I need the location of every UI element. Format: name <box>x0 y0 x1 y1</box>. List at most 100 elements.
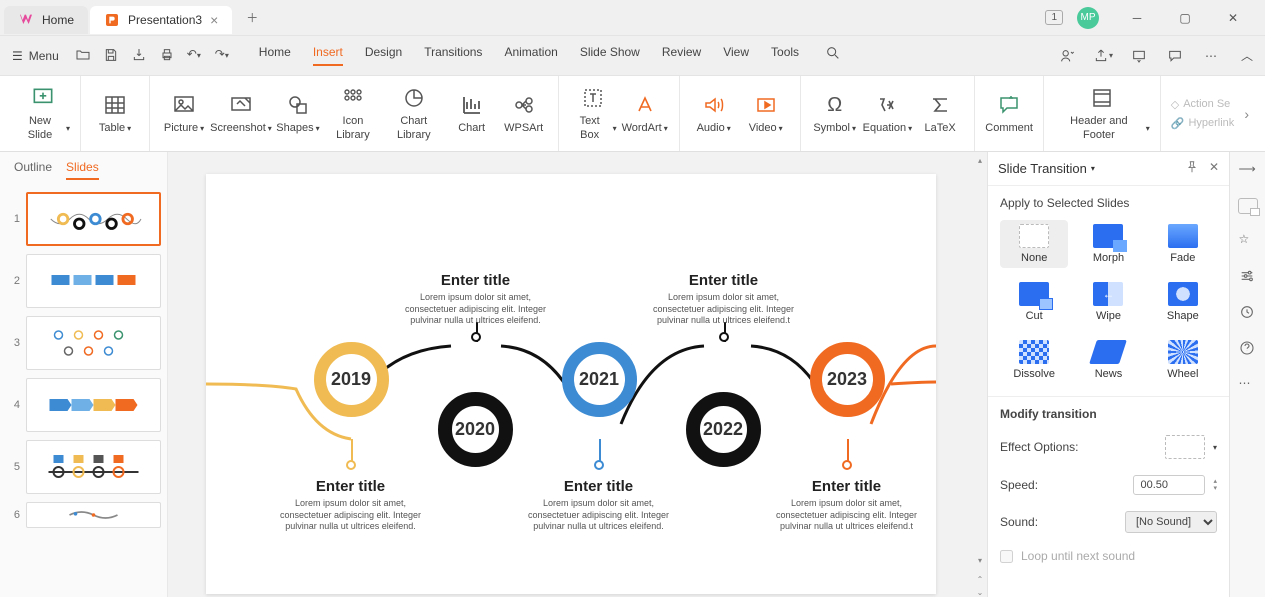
loop-sound-checkbox[interactable] <box>1000 550 1013 563</box>
user-avatar[interactable]: MP <box>1077 7 1099 29</box>
tab-slideshow-menu[interactable]: Slide Show <box>580 45 640 66</box>
video-button[interactable]: Video▾ <box>742 92 790 135</box>
history-icon[interactable] <box>1239 304 1257 322</box>
slide-thumb-1[interactable] <box>26 192 161 246</box>
window-number-badge[interactable]: 1 <box>1045 10 1063 25</box>
more-icon[interactable]: ⋯ <box>1201 46 1221 66</box>
open-folder-icon[interactable] <box>75 47 93 65</box>
title-block: Enter titleLorem ipsum dolor sit amet, c… <box>519 478 679 533</box>
scroll-down-icon[interactable]: ▾ <box>978 556 982 565</box>
slides-tab[interactable]: Slides <box>66 160 99 180</box>
year-2023: 2023 <box>810 342 885 417</box>
transition-pane-icon[interactable] <box>1238 198 1258 214</box>
screenshot-button[interactable]: Screenshot▾ <box>212 92 270 135</box>
maximize-icon[interactable]: ▢ <box>1175 8 1195 28</box>
slide-thumb-5[interactable] <box>26 440 161 494</box>
chart-button[interactable]: Chart <box>448 92 496 135</box>
slide-thumb-3[interactable] <box>26 316 161 370</box>
favorites-icon[interactable]: ☆ <box>1239 232 1257 250</box>
search-icon[interactable] <box>825 45 841 66</box>
menu-tabs: Home Insert Design Transitions Animation… <box>259 45 841 66</box>
title-block: Enter titleLorem ipsum dolor sit amet, c… <box>767 478 927 533</box>
ribbon-scroll-right-icon[interactable]: › <box>1244 106 1249 122</box>
tab-view-menu[interactable]: View <box>723 45 749 66</box>
save-icon[interactable] <box>103 47 121 65</box>
transition-cut[interactable]: Cut <box>1000 278 1068 326</box>
close-window-icon[interactable]: ✕ <box>1223 8 1243 28</box>
icon-library-button[interactable]: Icon Library <box>326 85 380 141</box>
picture-button[interactable]: Picture▾ <box>160 92 208 135</box>
tab-insert-menu[interactable]: Insert <box>313 45 343 66</box>
effect-options-dropdown[interactable] <box>1165 435 1205 459</box>
close-panel-icon[interactable]: ✕ <box>1209 160 1219 177</box>
hyperlink-button[interactable]: 🔗 Hyperlink <box>1171 117 1235 130</box>
wordart-button[interactable]: WordArt▾ <box>621 92 669 135</box>
right-sidebar: ⟶ ☆ ⋯ <box>1229 152 1265 597</box>
user-assist-icon[interactable] <box>1057 46 1077 66</box>
prev-slide-icon[interactable]: ⌃ <box>977 575 984 584</box>
tab-document-label: Presentation3 <box>128 13 202 27</box>
slide-number: 3 <box>6 337 20 349</box>
minimize-icon[interactable]: ─ <box>1127 8 1147 28</box>
more-options-icon[interactable]: ⋯ <box>1239 376 1257 394</box>
redo-icon[interactable]: ↷▾ <box>215 47 233 65</box>
tab-review-menu[interactable]: Review <box>662 45 701 66</box>
transition-wipe[interactable]: ←Wipe <box>1074 278 1142 326</box>
speed-input[interactable] <box>1133 475 1205 495</box>
canvas-scrollbar[interactable]: ▴ ▾ ⌃ ⌄ <box>973 152 987 597</box>
comment-bubble-icon[interactable] <box>1165 46 1185 66</box>
slide-thumb-4[interactable] <box>26 378 161 432</box>
outline-tab[interactable]: Outline <box>14 160 52 180</box>
transition-news[interactable]: News <box>1074 336 1142 384</box>
transition-morph[interactable]: Morph <box>1074 220 1142 268</box>
expand-panel-icon[interactable]: ⟶ <box>1239 162 1257 180</box>
pin-panel-icon[interactable] <box>1185 160 1199 177</box>
print-icon[interactable] <box>159 47 177 65</box>
slide-canvas[interactable]: 2019 2020 2021 2022 2023 Enter titleLore… <box>206 174 936 594</box>
transition-shape[interactable]: Shape <box>1149 278 1217 326</box>
effect-options-caret[interactable]: ▾ <box>1213 443 1217 452</box>
table-button[interactable]: Table▾ <box>91 92 139 135</box>
panel-title: Slide Transition▾ <box>998 161 1095 176</box>
transition-dissolve[interactable]: Dissolve <box>1000 336 1068 384</box>
textbox-button[interactable]: Text Box▾ <box>569 85 617 141</box>
scroll-up-icon[interactable]: ▴ <box>978 156 982 165</box>
equation-button[interactable]: Equation▾ <box>863 92 912 135</box>
action-settings-button[interactable]: ◇ Action Se <box>1171 98 1235 111</box>
help-icon[interactable] <box>1239 340 1257 358</box>
next-slide-icon[interactable]: ⌄ <box>977 588 984 597</box>
transition-none[interactable]: None <box>1000 220 1068 268</box>
menu-button[interactable]: ☰ Menu <box>12 49 59 63</box>
transition-fade[interactable]: Fade <box>1149 220 1217 268</box>
present-icon[interactable] <box>1129 46 1149 66</box>
comment-button[interactable]: Comment <box>985 92 1033 135</box>
settings-sliders-icon[interactable] <box>1239 268 1257 286</box>
add-tab-button[interactable]: ＋ <box>240 6 264 30</box>
tab-tools-menu[interactable]: Tools <box>771 45 799 66</box>
title-block: Enter titleLorem ipsum dolor sit amet, c… <box>644 272 804 327</box>
close-tab-icon[interactable]: × <box>210 12 218 28</box>
slide-thumb-2[interactable] <box>26 254 161 308</box>
share-icon[interactable]: ▾ <box>1093 46 1113 66</box>
sound-select[interactable]: [No Sound] <box>1125 511 1217 533</box>
new-slide-button[interactable]: New Slide▾ <box>16 85 70 141</box>
tab-home-menu[interactable]: Home <box>259 45 291 66</box>
tab-document[interactable]: Presentation3 × <box>90 6 232 34</box>
latex-button[interactable]: LaTeX <box>916 92 964 135</box>
slide-thumb-6[interactable] <box>26 502 161 528</box>
collapse-ribbon-icon[interactable]: ︿ <box>1237 46 1257 66</box>
tab-home[interactable]: Home <box>4 6 88 34</box>
wpsart-button[interactable]: WPSArt <box>500 92 548 135</box>
tab-design-menu[interactable]: Design <box>365 45 402 66</box>
tab-transitions-menu[interactable]: Transitions <box>424 45 482 66</box>
transition-wheel[interactable]: Wheel <box>1149 336 1217 384</box>
undo-icon[interactable]: ↶▾ <box>187 47 205 65</box>
export-icon[interactable] <box>131 47 149 65</box>
speed-stepper[interactable]: ▴▾ <box>1213 478 1217 492</box>
chart-library-button[interactable]: Chart Library <box>384 85 444 141</box>
shapes-button[interactable]: Shapes▾ <box>274 92 322 135</box>
audio-button[interactable]: Audio▾ <box>690 92 738 135</box>
symbol-button[interactable]: ΩSymbol▾ <box>811 92 859 135</box>
header-footer-button[interactable]: Header and Footer▾ <box>1054 85 1150 141</box>
tab-animation-menu[interactable]: Animation <box>504 45 557 66</box>
